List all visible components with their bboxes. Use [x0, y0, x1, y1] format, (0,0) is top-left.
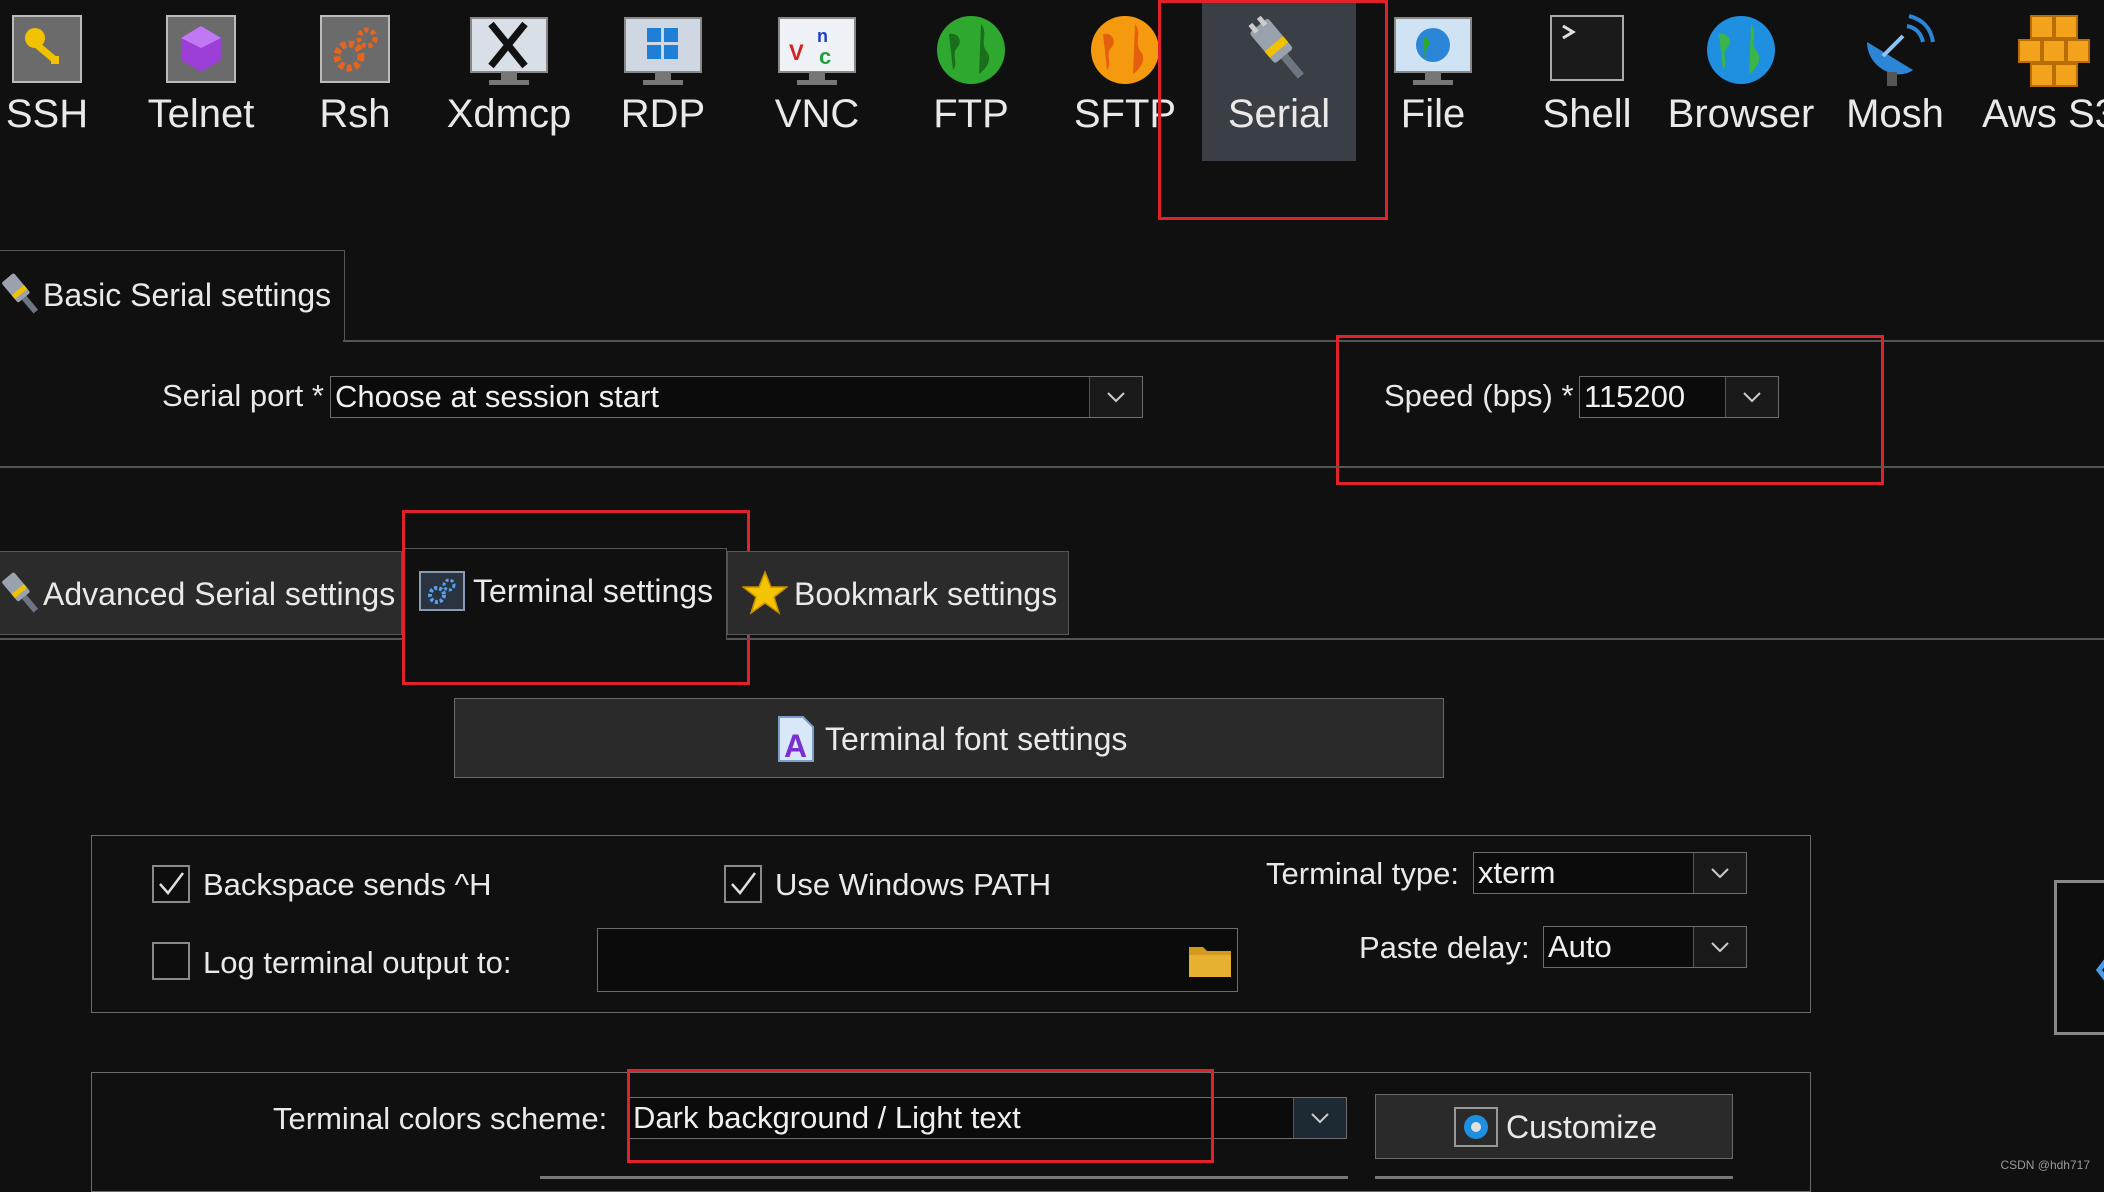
serial-port-label: Serial port * — [162, 378, 324, 413]
backspace-checkbox[interactable] — [152, 865, 190, 903]
divider — [0, 638, 402, 640]
watermark: CSDN @hdh717 — [2000, 1158, 2090, 1172]
paste-delay-select[interactable]: Auto — [1543, 926, 1747, 968]
session-type-browser[interactable]: Browser — [1664, 0, 1818, 160]
key-icon — [5, 12, 89, 88]
globe-monitor-icon — [1391, 12, 1475, 88]
orange-globe-icon — [1083, 12, 1167, 88]
paste-delay-value: Auto — [1548, 929, 1612, 964]
aws-cubes-icon — [2007, 12, 2091, 88]
chevron-down-icon[interactable] — [1693, 853, 1746, 893]
chevron-down-icon[interactable] — [1293, 1098, 1346, 1138]
x-monitor-icon — [467, 12, 551, 88]
terminal-type-select[interactable]: xterm — [1473, 852, 1747, 894]
terminal-font-settings-label: Terminal font settings — [825, 721, 1128, 757]
terminal-font-settings-button[interactable]: A Terminal font settings — [454, 698, 1444, 778]
serial-plug-icon — [1, 570, 41, 621]
tab-label: Advanced Serial settings — [43, 576, 396, 612]
session-type-rdp[interactable]: RDP — [586, 0, 740, 160]
star-icon — [740, 569, 790, 621]
chevron-down-icon[interactable] — [1693, 927, 1746, 967]
session-type-telnet[interactable]: Telnet — [124, 0, 278, 160]
customize-button[interactable]: Customize — [1375, 1094, 1733, 1159]
gears-icon — [313, 12, 397, 88]
tab-bookmark-settings[interactable]: Bookmark settings — [727, 551, 1069, 635]
highlight-terminal-settings — [402, 510, 750, 685]
session-type-mosh[interactable]: Mosh — [1818, 0, 1972, 160]
session-type-vnc[interactable]: Vnc VNC — [740, 0, 894, 160]
svg-text:c: c — [819, 44, 831, 69]
side-panel-button[interactable] — [2054, 880, 2104, 1035]
session-type-shell[interactable]: Shell — [1510, 0, 1664, 160]
session-type-label: Aws S3 — [1982, 92, 2104, 136]
vnc-monitor-icon: Vnc — [775, 12, 859, 88]
satellite-dish-icon — [1853, 12, 1937, 88]
log-output-checkbox[interactable] — [152, 942, 190, 980]
svg-text:n: n — [817, 26, 828, 46]
tab-label: Bookmark settings — [794, 576, 1058, 612]
blue-arrow-icon — [2095, 955, 2104, 990]
divider — [727, 638, 2104, 640]
serial-port-value: Choose at session start — [335, 379, 659, 414]
log-output-label: Log terminal output to: — [203, 945, 512, 980]
session-type-ftp[interactable]: FTP — [894, 0, 1048, 160]
tab-basic-serial-settings[interactable]: Basic Serial settings — [0, 250, 345, 342]
highlight-speed — [1336, 335, 1884, 485]
colors-scheme-label: Terminal colors scheme: — [273, 1101, 608, 1136]
tab-label: Basic Serial settings — [43, 277, 332, 313]
paste-delay-label: Paste delay: — [1359, 930, 1530, 965]
windows-path-checkbox[interactable] — [724, 865, 762, 903]
terminal-type-value: xterm — [1478, 855, 1556, 890]
log-output-path-field[interactable] — [597, 928, 1238, 992]
green-globe-icon — [929, 12, 1013, 88]
shell-prompt-icon — [1545, 12, 1629, 88]
chevron-down-icon[interactable] — [1089, 377, 1142, 417]
folder-icon[interactable] — [1187, 941, 1233, 984]
telnet-gem-icon — [159, 12, 243, 88]
blue-globe-icon — [1699, 12, 1783, 88]
divider — [0, 466, 2104, 468]
svg-text:V: V — [789, 40, 804, 65]
serial-port-select[interactable]: Choose at session start — [330, 376, 1143, 418]
highlight-colors-scheme — [627, 1069, 1214, 1163]
terminal-type-label: Terminal type: — [1266, 856, 1459, 891]
highlight-serial — [1158, 0, 1388, 220]
customize-palette-icon — [1454, 1107, 1498, 1152]
font-a-icon: A — [777, 715, 815, 768]
session-type-xdmcp[interactable]: Xdmcp — [432, 0, 586, 160]
session-type-toolbar: SSH Telnet Rsh Xdmcp RDP Vnc VNC FTP SFT… — [0, 0, 2104, 165]
windows-monitor-icon — [621, 12, 705, 88]
session-type-label: Mosh — [1846, 92, 1944, 136]
customize-label: Customize — [1506, 1109, 1658, 1145]
serial-plug-icon — [1, 271, 41, 322]
windows-path-label: Use Windows PATH — [775, 867, 1052, 902]
session-type-rsh[interactable]: Rsh — [278, 0, 432, 160]
tab-advanced-serial-settings[interactable]: Advanced Serial settings — [0, 551, 402, 635]
backspace-label: Backspace sends ^H — [203, 867, 492, 902]
svg-text:A: A — [784, 728, 807, 763]
session-type-aws-s3[interactable]: Aws S3 — [1972, 0, 2104, 160]
